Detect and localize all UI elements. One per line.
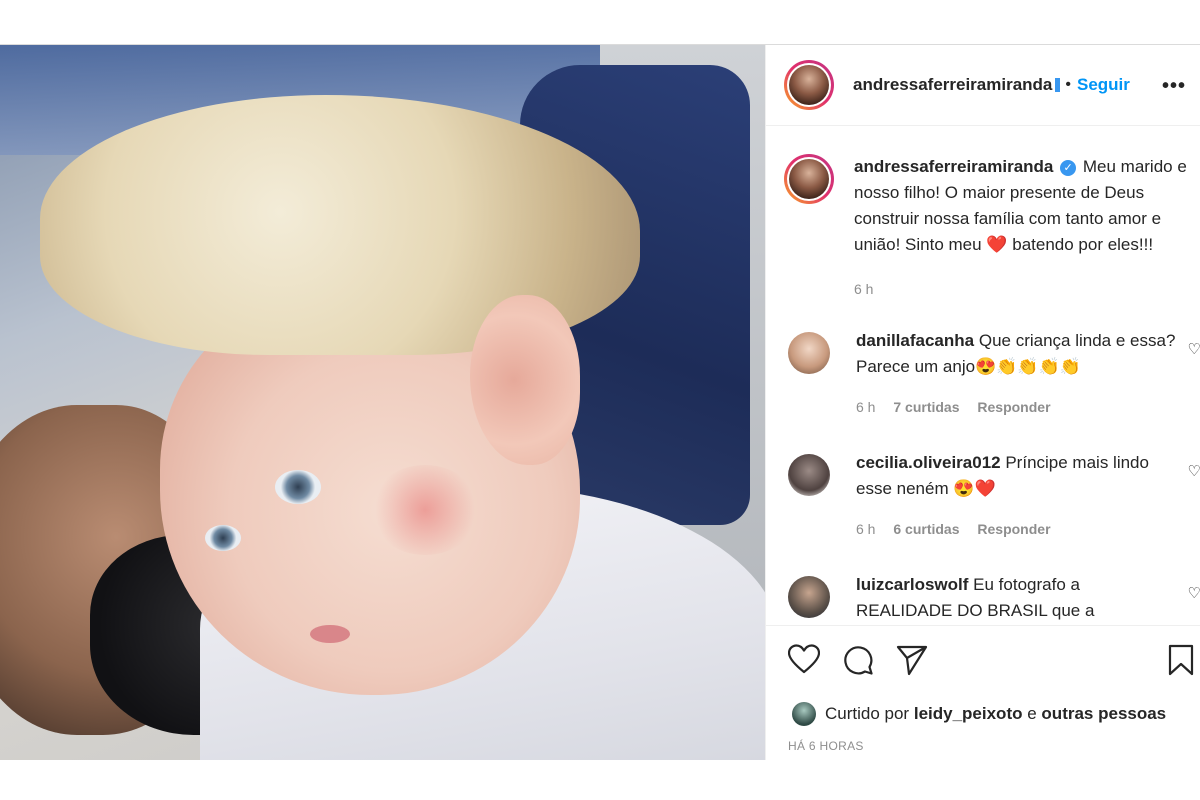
comment-item: cecilia.oliveira012 Príncipe mais lindo … [766, 450, 1200, 542]
comments-section[interactable]: andressaferreiramiranda ✓ Meu marido e n… [766, 126, 1200, 625]
comment-username[interactable]: danillafacanha [856, 331, 974, 350]
comment-like-heart-icon[interactable]: ♡ [1188, 584, 1200, 602]
send-icon[interactable] [896, 644, 928, 676]
author-avatar[interactable] [784, 60, 834, 110]
post-actions: Curtido por leidy_peixoto e outras pesso… [766, 625, 1200, 760]
post-header: andressaferreiramiranda • Seguir ••• [766, 45, 1200, 126]
post-side-panel: andressaferreiramiranda • Seguir ••• and… [765, 45, 1200, 760]
liked-by-line: Curtido por leidy_peixoto e outras pesso… [792, 702, 1166, 726]
liked-by-prefix: Curtido por [825, 704, 910, 723]
verified-badge-icon [1055, 78, 1061, 92]
instagram-post: andressaferreiramiranda • Seguir ••• and… [0, 44, 1200, 760]
comment-like-heart-icon[interactable]: ♡ [1188, 340, 1200, 358]
caption-username[interactable]: andressaferreiramiranda [854, 157, 1053, 176]
photo-child-eye [275, 470, 321, 504]
photo-child-cheek [370, 465, 480, 555]
heart-emoji-icon: ❤️ [986, 235, 1008, 254]
reply-button[interactable]: Responder [977, 399, 1050, 415]
comment-username[interactable]: luizcarloswolf [856, 575, 968, 594]
bookmark-icon[interactable] [1168, 644, 1194, 676]
comment-item: danillafacanha Que criança linda e essa?… [766, 328, 1200, 420]
liked-by-user[interactable]: leidy_peixoto [914, 704, 1023, 724]
comment-time[interactable]: 6 h [856, 399, 875, 415]
comment-time[interactable]: 6 h [856, 521, 875, 537]
author-username[interactable]: andressaferreiramiranda [853, 75, 1061, 95]
post-timestamp[interactable]: HÁ 6 HORAS [788, 739, 864, 753]
comment-item: luizcarloswolf Eu fotografo a REALIDADE … [766, 572, 1200, 624]
comment-avatar[interactable] [788, 454, 830, 496]
comment-username[interactable]: cecilia.oliveira012 [856, 453, 1001, 472]
photo-child-eye [205, 525, 241, 551]
caption-avatar[interactable] [784, 154, 834, 204]
photo-child-ear [470, 295, 580, 465]
liker-avatar[interactable] [792, 702, 816, 726]
comment-avatar[interactable] [788, 576, 830, 618]
reply-button[interactable]: Responder [977, 521, 1050, 537]
comment-likes[interactable]: 7 curtidas [893, 399, 959, 415]
post-photo[interactable] [0, 45, 765, 760]
more-options-icon[interactable]: ••• [1162, 75, 1186, 98]
post-caption: andressaferreiramiranda ✓ Meu marido e n… [766, 126, 1200, 302]
separator: • [1065, 76, 1071, 93]
photo-child-mouth [310, 625, 350, 643]
comment-likes[interactable]: 6 curtidas [893, 521, 959, 537]
heart-icon[interactable] [788, 644, 820, 674]
liked-by-others[interactable]: outras pessoas [1041, 704, 1166, 724]
follow-button[interactable]: Seguir [1077, 75, 1130, 95]
verified-badge-icon: ✓ [1060, 160, 1077, 176]
comment-icon[interactable] [842, 644, 874, 676]
comment-avatar[interactable] [788, 332, 830, 374]
caption-time[interactable]: 6 h [854, 281, 873, 297]
comment-like-heart-icon[interactable]: ♡ [1188, 462, 1200, 480]
liked-by-and: e [1027, 704, 1037, 723]
caption-text-end: batendo por eles!!! [1012, 235, 1154, 254]
